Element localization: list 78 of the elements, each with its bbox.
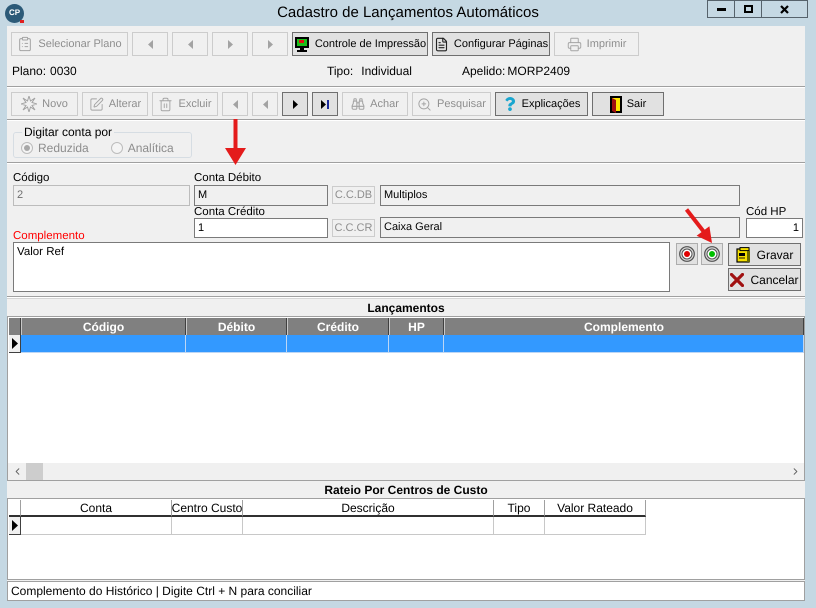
next-button[interactable] — [282, 92, 308, 116]
trash-icon — [158, 96, 174, 112]
page-setup-button[interactable]: Configurar Páginas — [432, 32, 550, 56]
info-value: MORP2409 — [507, 63, 570, 80]
scrollbar-thumb[interactable] — [26, 463, 43, 480]
row-indicator[interactable] — [9, 335, 21, 353]
printer-icon — [566, 36, 582, 52]
question-mark-icon — [502, 97, 517, 111]
cross-icon — [730, 272, 744, 286]
section-title: Rateio Por Centros de Custo — [324, 482, 488, 498]
column-header[interactable]: Descrição — [243, 500, 494, 517]
info-label: Tipo: — [327, 63, 354, 80]
window-title: Cadastro de Lançamentos Automáticos — [277, 2, 539, 23]
field-label: Código — [13, 171, 50, 185]
help-button[interactable]: Explicações — [495, 92, 588, 116]
maximize-button[interactable] — [735, 0, 762, 18]
document-icon — [434, 36, 449, 52]
binoculars-icon — [351, 97, 366, 111]
triangle-left-icon — [148, 40, 152, 48]
triangle-right-icon — [292, 100, 298, 108]
print-control-button[interactable]: Controle de Impressão — [292, 32, 428, 56]
info-value: 0030 — [50, 63, 77, 80]
column-header[interactable]: Complemento — [444, 318, 804, 335]
cabinet-icon — [736, 246, 751, 262]
annotation-arrow — [684, 208, 714, 244]
door-icon — [610, 96, 622, 112]
close-button[interactable] — [762, 0, 808, 18]
close-icon — [780, 4, 789, 14]
triangle-left-icon — [232, 100, 238, 108]
zoom-in-icon — [417, 96, 432, 112]
group-title: Digitar conta por — [23, 126, 114, 138]
info-label: Apelido: — [462, 63, 506, 80]
triangle-right-icon — [268, 40, 272, 48]
minimize-button[interactable] — [707, 0, 735, 18]
input-field[interactable]: 1 — [746, 218, 803, 238]
monitor-icon — [294, 36, 310, 52]
triangle-right-icon — [12, 338, 18, 349]
app-logo: CP — [5, 4, 24, 22]
field-label: Cód HP — [746, 206, 788, 218]
column-header[interactable]: Valor Rateado — [545, 500, 646, 517]
column-header[interactable]: Crédito — [287, 318, 389, 335]
corner-cell — [9, 318, 21, 335]
input-field[interactable]: Caixa Geral — [380, 217, 740, 238]
triangle-left-icon — [188, 40, 192, 48]
column-header[interactable]: Código — [21, 318, 186, 335]
horizontal-scrollbar[interactable] — [8, 463, 804, 480]
exit-button[interactable]: Sair — [592, 92, 664, 116]
input-field[interactable]: Multiplos — [380, 185, 740, 206]
status-bar: Complemento do Histórico | Digite Ctrl + N para conciliar — [7, 581, 805, 601]
column-header[interactable]: Centro Custo — [172, 500, 243, 517]
clipboard-icon — [17, 36, 34, 52]
save-button[interactable]: Gravar — [728, 243, 801, 266]
column-header[interactable]: HP — [389, 318, 444, 335]
column-header[interactable]: Conta — [21, 500, 172, 517]
triangle-right-icon — [12, 520, 18, 531]
minimize-icon — [716, 8, 726, 10]
row-indicator[interactable] — [9, 517, 21, 535]
info-label: Plano: — [12, 63, 46, 80]
input-field[interactable]: M — [194, 185, 328, 206]
input-field[interactable]: 1 — [194, 218, 328, 238]
last-button[interactable] — [312, 92, 338, 116]
section-title: Lançamentos — [367, 300, 445, 316]
triangle-left-icon — [262, 100, 268, 108]
column-header[interactable]: Débito — [186, 318, 287, 335]
column-header[interactable]: Tipo — [494, 500, 545, 517]
skip-end-icon — [321, 100, 329, 108]
maximize-icon — [744, 5, 752, 13]
burst-icon — [21, 96, 38, 112]
input-field: 2 — [13, 185, 190, 206]
triangle-right-icon — [228, 40, 232, 48]
field-label: Conta Débito — [194, 171, 262, 185]
field-label: Complemento — [13, 230, 85, 242]
info-value: Individual — [361, 63, 412, 80]
cancel-button[interactable]: Cancelar — [728, 268, 801, 291]
annotation-arrow — [225, 119, 246, 165]
field-label: Conta Crédito — [194, 206, 266, 218]
edit-icon — [88, 96, 104, 112]
text-area[interactable]: Valor Ref — [13, 242, 670, 292]
